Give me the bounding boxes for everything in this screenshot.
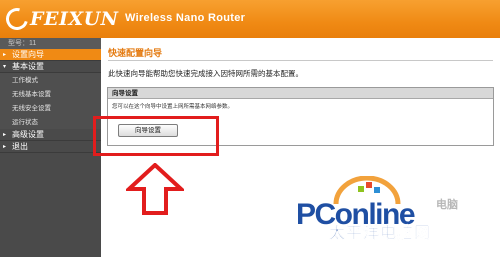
page-title: 快速配置向导	[108, 49, 163, 59]
highlight-box	[93, 116, 219, 156]
up-arrow-icon	[126, 163, 184, 215]
sidebar-item-logout[interactable]: ▸ 退出	[0, 141, 101, 153]
sidebar-item-label: 高级设置	[12, 130, 44, 139]
triangle-right-icon: ▸	[3, 51, 7, 58]
model-label: 型号：11	[0, 38, 101, 49]
sidebar-item-advanced-settings[interactable]: ▸ 高级设置	[0, 129, 101, 141]
triangle-right-icon: ▸	[3, 131, 7, 138]
title-divider	[108, 60, 493, 61]
sidebar: 型号：11 ▸ 设置向导 ▾ 基本设置 工作模式 无线基本设置 无线安全设置 运…	[0, 38, 101, 257]
logo-mark-icon	[1, 3, 33, 35]
panel-description: 您可以在这个向导中设置上网所需基本网络参数。	[112, 104, 234, 110]
sidebar-item-label: 基本设置	[12, 62, 44, 71]
product-name: Wireless Nano Router	[125, 12, 246, 24]
panel-header: 向导设置	[108, 88, 493, 99]
triangle-down-icon: ▾	[3, 63, 7, 70]
header-bar: FEIXUN Wireless Nano Router	[0, 0, 500, 38]
sidebar-subitem-wireless-basic[interactable]: 无线基本设置	[0, 87, 101, 101]
sidebar-subitem-run-status[interactable]: 运行状态	[0, 115, 101, 129]
intro-text: 此快速向导能帮助您快速完成接入因特网所需的基本配置。	[108, 69, 303, 78]
brand-logo-text: FEIXUN	[30, 8, 119, 30]
sidebar-item-label: 退出	[12, 142, 28, 151]
sidebar-subitem-work-mode[interactable]: 工作模式	[0, 73, 101, 87]
brand-logo: FEIXUN	[1, 3, 119, 35]
sidebar-item-label: 设置向导	[12, 50, 44, 59]
watermark-subtext: 电脑	[436, 198, 458, 211]
sidebar-item-setup-wizard[interactable]: ▸ 设置向导	[0, 49, 101, 61]
pconline-watermark: 电脑 PConline 太平洋电脑网	[296, 174, 500, 257]
triangle-right-icon: ▸	[3, 143, 7, 150]
watermark-chinese-text: 太平洋电脑网	[329, 223, 432, 243]
sidebar-subitem-wireless-security[interactable]: 无线安全设置	[0, 101, 101, 115]
sidebar-item-basic-settings[interactable]: ▾ 基本设置	[0, 61, 101, 73]
